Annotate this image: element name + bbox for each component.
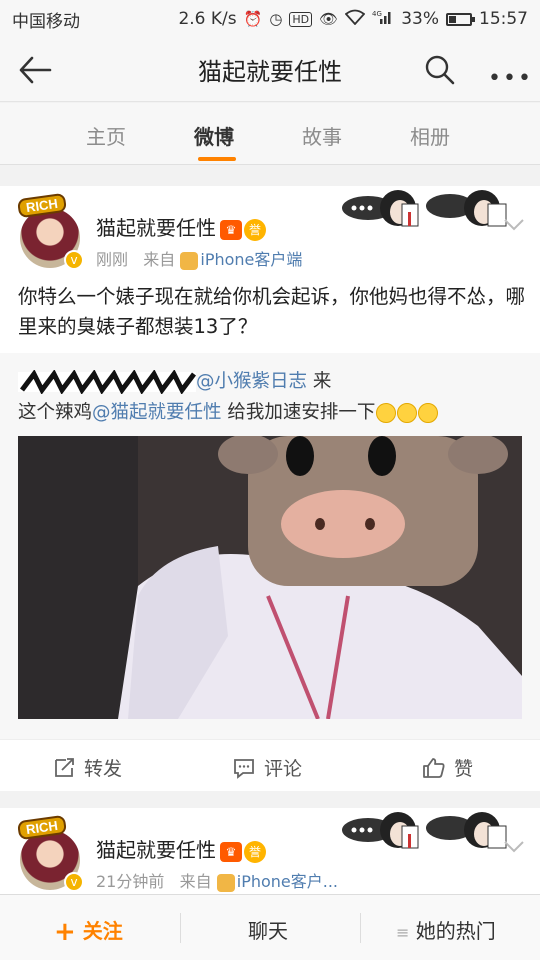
comment-label: 评论: [264, 758, 303, 780]
divider: [180, 913, 181, 943]
post-username[interactable]: 猫起就要任性 ♛ 誉: [96, 834, 266, 863]
cat-icon: [180, 251, 199, 270]
tab-albums[interactable]: 相册: [410, 121, 450, 150]
hd-icon: HD: [289, 11, 313, 27]
battery-percent: 33%: [401, 9, 439, 29]
repost-icon: [55, 757, 74, 777]
chat-button[interactable]: 聊天: [248, 915, 288, 944]
eye-icon: 👁: [319, 10, 339, 28]
post-username[interactable]: 猫起就要任性 ♛ 誉: [96, 212, 266, 241]
status-icons: 2.6 K/s ⏰ ◷ HD 👁 4G 33% 15:57: [178, 9, 528, 29]
thumbs-up-icon: [423, 757, 445, 778]
repost-line-text: 这个辣鸡@猫起就要任性 给我加速安排一下: [18, 398, 439, 424]
post-photo[interactable]: [18, 436, 522, 719]
vip-icon: 誉: [244, 218, 266, 241]
profile-tabs: 主页 微博 故事 相册: [0, 103, 540, 165]
status-bar: 中国移动 2.6 K/s ⏰ ◷ HD 👁 4G 33% 15:57: [0, 0, 540, 38]
post-time: 21分钟前: [96, 872, 165, 891]
follow-button[interactable]: + 关注: [54, 915, 123, 947]
rich-badge: RICH: [16, 814, 67, 841]
signal-icon: 4G: [372, 9, 394, 29]
back-arrow-icon[interactable]: [18, 54, 52, 86]
redacted-scribble: [18, 370, 196, 394]
grin-emoji-icon: [418, 403, 439, 423]
clock-time: 15:57: [479, 9, 528, 29]
post-source[interactable]: iPhone客户...: [237, 872, 338, 891]
chevron-down-icon[interactable]: [503, 218, 525, 232]
card-sticker-decoration: [342, 190, 507, 227]
like-button[interactable]: 赞: [422, 754, 473, 781]
username-text: 猫起就要任性: [96, 838, 216, 862]
verified-icon: v: [64, 872, 84, 892]
hot-posts-label: 她的热门: [415, 919, 496, 943]
bottom-action-bar: + 关注 聊天 ≡ 她的热门: [0, 894, 540, 960]
alarm-icon: ⏰: [243, 10, 263, 28]
username-text: 猫起就要任性: [96, 216, 216, 240]
network-speed: 2.6 K/s: [178, 9, 237, 29]
comment-button[interactable]: 评论: [232, 754, 302, 781]
clock-icon: ◷: [269, 10, 283, 28]
source-from-label: 来自: [143, 250, 176, 269]
battery-fill: [449, 15, 457, 23]
crown-icon: ♛: [220, 841, 242, 862]
vip-icon: 誉: [244, 840, 266, 863]
verified-icon: v: [64, 250, 84, 270]
repost-suffix: 来: [312, 371, 332, 392]
repost-label: 转发: [84, 758, 123, 780]
post-actions: 转发 评论 赞: [0, 739, 540, 791]
post-text: 你特么一个婊子现在就给你机会起诉，你他妈也得不怂，哪里来的臭婊子都想装13了？: [18, 285, 526, 338]
grin-emoji-icon: [397, 403, 418, 423]
card-sticker-decoration: [342, 812, 507, 849]
wifi-icon: [344, 9, 366, 29]
tab-weibo[interactable]: 微博: [194, 121, 234, 150]
network-type: 4G: [372, 10, 382, 18]
source-from-label: 来自: [179, 872, 212, 891]
more-options-icon[interactable]: •••: [488, 66, 533, 91]
post-time: 刚刚: [96, 250, 129, 269]
post-meta: 刚刚 来自 iPhone客户端: [96, 246, 302, 270]
repost-body: 给我加速安排一下: [227, 402, 376, 423]
repost-mention-user[interactable]: @小猴紫日志: [196, 371, 307, 392]
comment-icon: [234, 758, 254, 779]
tab-stories[interactable]: 故事: [302, 121, 342, 150]
post-meta: 21分钟前 来自 iPhone客户...: [96, 868, 338, 892]
active-tab-indicator: [198, 157, 236, 161]
repost-mention-target[interactable]: @猫起就要任性: [92, 402, 222, 423]
chat-label: 聊天: [248, 919, 288, 943]
hot-posts-button[interactable]: ≡ 她的热门: [396, 915, 496, 944]
search-icon[interactable]: [424, 54, 456, 86]
repost-prefix: 这个辣鸡: [18, 402, 93, 423]
menu-lines-icon: ≡: [396, 923, 410, 942]
nav-bar: 猫起就要任性 •••: [0, 38, 540, 102]
battery-icon: [446, 12, 475, 26]
like-label: 赞: [454, 758, 474, 780]
tab-home[interactable]: 主页: [86, 121, 126, 150]
repost-block[interactable]: @小猴紫日志 来 这个辣鸡@猫起就要任性 给我加速安排一下: [0, 353, 540, 739]
plus-icon: +: [54, 917, 76, 947]
chevron-down-icon[interactable]: [503, 840, 525, 854]
repost-button[interactable]: 转发: [52, 754, 122, 781]
grin-emoji-icon: [376, 403, 397, 423]
post-source[interactable]: iPhone客户端: [200, 250, 302, 269]
cat-icon: [216, 873, 235, 892]
follow-label: 关注: [82, 919, 123, 943]
repost-line-mention: @小猴紫日志 来: [18, 367, 331, 394]
carrier-label: 中国移动: [12, 11, 80, 32]
divider: [360, 913, 361, 943]
post-card: RICH v 猫起就要任性 ♛ 誉 21分钟前 来自 iPhone客户...: [0, 808, 540, 894]
avatar[interactable]: RICH v: [16, 814, 84, 892]
rich-badge: RICH: [16, 192, 67, 219]
crown-icon: ♛: [220, 219, 242, 240]
page-title: 猫起就要任性: [198, 58, 342, 86]
avatar[interactable]: RICH v: [16, 192, 84, 270]
